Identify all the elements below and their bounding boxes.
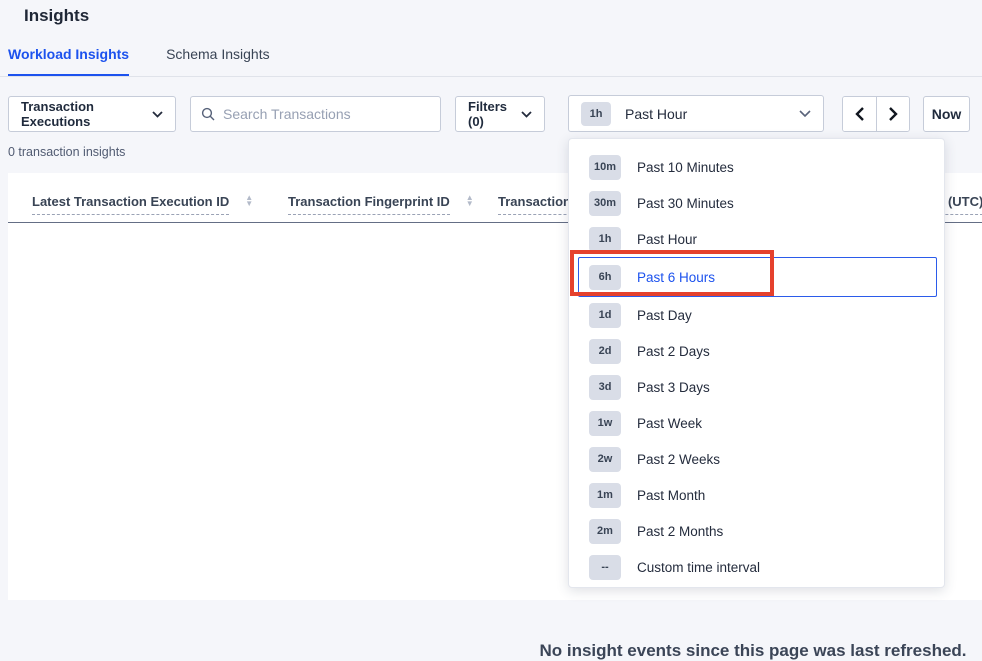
time-option-badge: 2m	[589, 519, 621, 544]
time-option-badge: 6h	[589, 265, 621, 290]
time-option-badge: 3d	[589, 375, 621, 400]
time-option-past-3-days[interactable]: 3d Past 3 Days	[578, 369, 937, 405]
column-header-transaction-fingerprint-id[interactable]: Transaction Fingerprint ID ▲▼	[288, 194, 474, 215]
time-range-button[interactable]: 1h Past Hour	[568, 95, 824, 132]
chevron-left-icon	[855, 107, 865, 121]
time-option-label: Past 10 Minutes	[637, 160, 734, 175]
page-title: Insights	[24, 6, 89, 26]
time-range-badge: 1h	[581, 102, 611, 126]
tabs-divider	[0, 76, 982, 77]
insight-type-select[interactable]: Transaction Executions	[8, 96, 176, 132]
time-option-label: Past 6 Hours	[637, 270, 715, 285]
time-option-label: Past Week	[637, 416, 702, 431]
tab-bar: Workload Insights Schema Insights	[8, 46, 270, 76]
time-range-dropdown: 10m Past 10 Minutes 30m Past 30 Minutes 1h Pa…	[568, 138, 945, 588]
time-option-badge: 2d	[589, 339, 621, 364]
time-pager	[842, 96, 910, 132]
chevron-right-icon	[888, 107, 898, 121]
chevron-down-icon	[799, 110, 811, 118]
time-option-past-10-minutes[interactable]: 10m Past 10 Minutes	[578, 149, 937, 185]
time-option-list: 10m Past 10 Minutes 30m Past 30 Minutes 1h Pa…	[569, 149, 944, 585]
time-option-badge: 1w	[589, 411, 621, 436]
time-option-past-2-months[interactable]: 2m Past 2 Months	[578, 513, 937, 549]
chevron-down-icon	[521, 111, 532, 118]
insights-count: 0 transaction insights	[8, 145, 125, 159]
previous-interval-button[interactable]	[843, 97, 876, 131]
time-option-label: Past 2 Weeks	[637, 452, 720, 467]
time-option-label: Past Day	[637, 308, 692, 323]
time-range-label: Past Hour	[625, 106, 687, 122]
time-option-past-2-weeks[interactable]: 2w Past 2 Weeks	[578, 441, 937, 477]
now-button[interactable]: Now	[923, 96, 970, 132]
time-option-badge: 2w	[589, 447, 621, 472]
sort-icon: ▲▼	[245, 195, 253, 207]
tab-workload-insights[interactable]: Workload Insights	[8, 46, 129, 76]
time-option-label: Past 30 Minutes	[637, 196, 734, 211]
empty-table-message: No insight events since this page was la…	[539, 641, 966, 661]
time-option-past-month[interactable]: 1m Past Month	[578, 477, 937, 513]
column-header-label: Transaction Fingerprint ID	[288, 194, 450, 215]
time-option-badge: 1m	[589, 483, 621, 508]
insights-page: Insights Workload Insights Schema Insigh…	[0, 0, 982, 605]
filters-button[interactable]: Filters (0)	[455, 96, 545, 132]
search-icon	[201, 107, 215, 121]
time-option-past-6-hours[interactable]: 6h Past 6 Hours	[578, 257, 937, 297]
time-option-past-week[interactable]: 1w Past Week	[578, 405, 937, 441]
column-header-latest-transaction-execution-id[interactable]: Latest Transaction Execution ID ▲▼	[32, 194, 253, 215]
time-option-label: Past 2 Days	[637, 344, 710, 359]
time-option-past-hour[interactable]: 1h Past Hour	[578, 221, 937, 257]
time-option-label: Past 3 Days	[637, 380, 710, 395]
time-option-label: Past Hour	[637, 232, 697, 247]
filters-label: Filters (0)	[468, 99, 513, 129]
time-option-past-day[interactable]: 1d Past Day	[578, 297, 937, 333]
time-option-custom-time-interval[interactable]: -- Custom time interval	[578, 549, 937, 585]
time-option-badge: 1d	[589, 303, 621, 328]
next-interval-button[interactable]	[876, 97, 909, 131]
time-option-past-2-days[interactable]: 2d Past 2 Days	[578, 333, 937, 369]
time-option-label: Custom time interval	[637, 560, 760, 575]
time-option-badge: 30m	[589, 191, 621, 216]
column-header-label: Latest Transaction Execution ID	[32, 194, 229, 215]
time-option-badge: 10m	[589, 155, 621, 180]
time-option-badge: --	[589, 555, 621, 580]
sort-icon: ▲▼	[466, 195, 474, 207]
time-option-label: Past 2 Months	[637, 524, 723, 539]
insight-type-label: Transaction Executions	[21, 99, 144, 129]
chevron-down-icon	[152, 111, 163, 118]
search-input[interactable]	[223, 106, 423, 122]
search-box[interactable]	[190, 96, 441, 132]
time-option-past-30-minutes[interactable]: 30m Past 30 Minutes	[578, 185, 937, 221]
time-option-badge: 1h	[589, 227, 621, 252]
time-option-label: Past Month	[637, 488, 705, 503]
tab-schema-insights[interactable]: Schema Insights	[166, 46, 270, 76]
